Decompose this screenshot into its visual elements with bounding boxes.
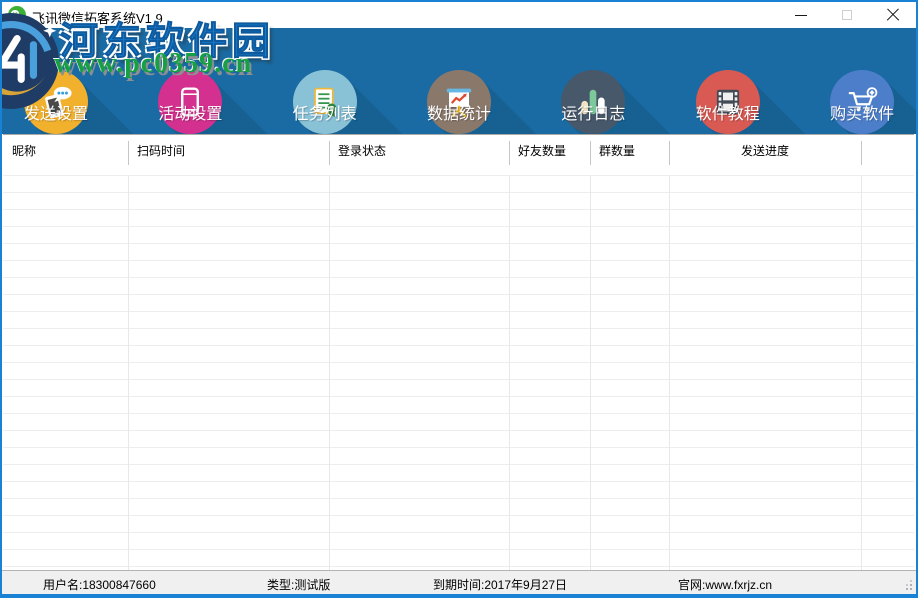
window-title: 飞讯微信拓客系统V1.9 bbox=[32, 8, 163, 27]
toolbar-item-task-document[interactable]: 任务列表 bbox=[258, 28, 392, 134]
column-gridline bbox=[509, 176, 510, 570]
column-header[interactable]: 昵称 bbox=[3, 135, 128, 176]
column-header[interactable]: 登录状态 bbox=[329, 135, 509, 176]
status-website: 官网:www.fxrjz.cn bbox=[678, 576, 772, 593]
column-header[interactable]: 扫码时间 bbox=[128, 135, 329, 176]
column-header[interactable]: 好友数量 bbox=[509, 135, 590, 176]
column-gridline bbox=[128, 176, 129, 570]
column-header[interactable]: 群数量 bbox=[590, 135, 669, 176]
table-header: 昵称扫码时间登录状态好友数量群数量发送进度 bbox=[3, 135, 914, 176]
column-gridline bbox=[590, 176, 591, 570]
status-license-type: 类型:测试版 bbox=[267, 576, 330, 593]
minimize-icon bbox=[795, 15, 807, 16]
toolbar-item-smartphone[interactable]: 活动设置 bbox=[123, 28, 257, 134]
app-window: 飞讯微信拓客系统V1.9 发送设置 活动设置 任务列表 数据统计 运行日志 bbox=[0, 0, 918, 598]
maximize-button bbox=[824, 2, 870, 28]
statusbar: 用户名:18300847660 类型:测试版 到期时间:2017年9月27日 官网:w… bbox=[2, 570, 916, 594]
header-separator bbox=[861, 141, 862, 165]
column-gridline bbox=[669, 176, 670, 570]
toolbar-item-phone-message[interactable]: 发送设置 bbox=[2, 28, 123, 134]
toolbar-item-label: 活动设置 bbox=[123, 100, 257, 124]
toolbar-item-label: 任务列表 bbox=[258, 100, 392, 124]
account-table: 昵称扫码时间登录状态好友数量群数量发送进度 bbox=[3, 134, 914, 570]
close-icon bbox=[886, 8, 900, 22]
toolbar: 发送设置 活动设置 任务列表 数据统计 运行日志 软件教程 购买软件 bbox=[2, 28, 916, 134]
close-button[interactable] bbox=[870, 2, 916, 28]
column-header[interactable]: 发送进度 bbox=[669, 135, 861, 176]
status-username: 用户名:18300847660 bbox=[43, 576, 156, 593]
window-controls bbox=[778, 2, 916, 28]
toolbar-item-label: 运行日志 bbox=[526, 100, 660, 124]
toolbar-item-chart-board[interactable]: 数据统计 bbox=[392, 28, 526, 134]
status-expiry-date: 到期时间:2017年9月27日 bbox=[433, 576, 567, 593]
toolbar-item-cart-plus[interactable]: 购买软件 bbox=[795, 28, 916, 134]
wechat-icon bbox=[8, 6, 26, 24]
table-body[interactable] bbox=[3, 176, 914, 570]
minimize-button[interactable] bbox=[778, 2, 824, 28]
resize-grip-icon[interactable] bbox=[910, 588, 912, 590]
toolbar-item-bar-chart[interactable]: 运行日志 bbox=[526, 28, 660, 134]
toolbar-item-label: 数据统计 bbox=[392, 100, 526, 124]
toolbar-item-film[interactable]: 软件教程 bbox=[661, 28, 795, 134]
titlebar[interactable]: 飞讯微信拓客系统V1.9 bbox=[2, 2, 916, 28]
toolbar-item-label: 发送设置 bbox=[2, 100, 123, 124]
column-gridline bbox=[861, 176, 862, 570]
maximize-icon bbox=[842, 10, 852, 20]
toolbar-item-label: 购买软件 bbox=[795, 100, 916, 124]
toolbar-item-label: 软件教程 bbox=[661, 100, 795, 124]
column-gridline bbox=[329, 176, 330, 570]
